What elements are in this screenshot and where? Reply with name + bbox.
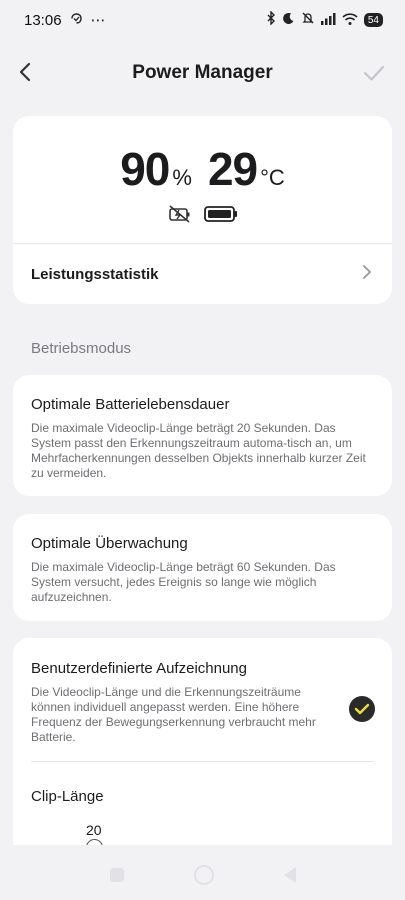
temperature-unit: °C xyxy=(260,165,285,190)
mode-title: Benutzerdefinierte Aufzeichnung xyxy=(31,660,247,677)
mode-card-surveillance[interactable]: Optimale Überwachung Die maximale Videoc… xyxy=(13,514,392,621)
battery-icon: 54 xyxy=(363,13,383,27)
clip-length-value: 20 xyxy=(86,822,102,838)
app-bar: Power Manager xyxy=(0,48,405,98)
mute-icon xyxy=(301,11,315,29)
system-back-icon[interactable] xyxy=(283,867,296,883)
device-status-card: 90 % 29 °C Leistungsstatistik xyxy=(13,116,392,304)
battery-level: 54 xyxy=(367,14,379,26)
page-title: Power Manager xyxy=(132,62,273,83)
back-arrow-icon[interactable] xyxy=(14,60,38,84)
temperature-value: 29 xyxy=(207,143,258,195)
battery-unit: % xyxy=(172,165,192,190)
status-time: 13:06 xyxy=(24,11,62,29)
mode-description: Die maximale Videoclip-Länge beträgt 20 … xyxy=(31,421,366,480)
status-bar: 13:06 ⋯ 54 xyxy=(0,0,405,40)
signal-icon xyxy=(320,12,336,29)
temperature-reading: 29 °C xyxy=(208,142,285,196)
moon-icon xyxy=(282,12,295,29)
battery-value: 90 xyxy=(120,143,170,195)
clip-length-label: Clip-Länge xyxy=(31,788,104,805)
mode-description: Die Videoclip-Länge und die Erkennungsze… xyxy=(31,685,316,744)
mode-card-custom[interactable]: Benutzerdefinierte Aufzeichnung Die Vide… xyxy=(13,638,392,860)
performance-stats-label: Leistungsstatistik xyxy=(31,265,159,283)
operating-mode-section-label: Betriebsmodus xyxy=(31,340,132,357)
battery-full-icon xyxy=(203,204,238,229)
mode-title: Optimale Überwachung xyxy=(31,535,188,552)
wifi-icon xyxy=(342,12,358,29)
mode-title: Optimale Batterielebensdauer xyxy=(31,396,230,413)
more-dots-icon: ⋯ xyxy=(90,12,106,29)
performance-stats-row[interactable]: Leistungsstatistik xyxy=(13,244,392,304)
recent-apps-icon[interactable] xyxy=(109,868,124,882)
chevron-right-icon xyxy=(360,264,374,285)
mode-card-battery[interactable]: Optimale Batterielebensdauer Die maximal… xyxy=(13,375,392,496)
confirm-check-icon[interactable] xyxy=(361,60,387,86)
card-divider xyxy=(31,761,374,762)
notification-icon xyxy=(70,12,83,29)
bluetooth-icon xyxy=(266,10,276,29)
selected-check-icon[interactable] xyxy=(349,696,375,722)
home-icon[interactable] xyxy=(193,865,214,885)
mode-description: Die maximale Videoclip-Länge beträgt 60 … xyxy=(31,560,336,604)
system-navigation-bar xyxy=(0,858,405,892)
battery-reading: 90 % xyxy=(120,142,192,196)
no-charging-icon xyxy=(168,204,192,229)
